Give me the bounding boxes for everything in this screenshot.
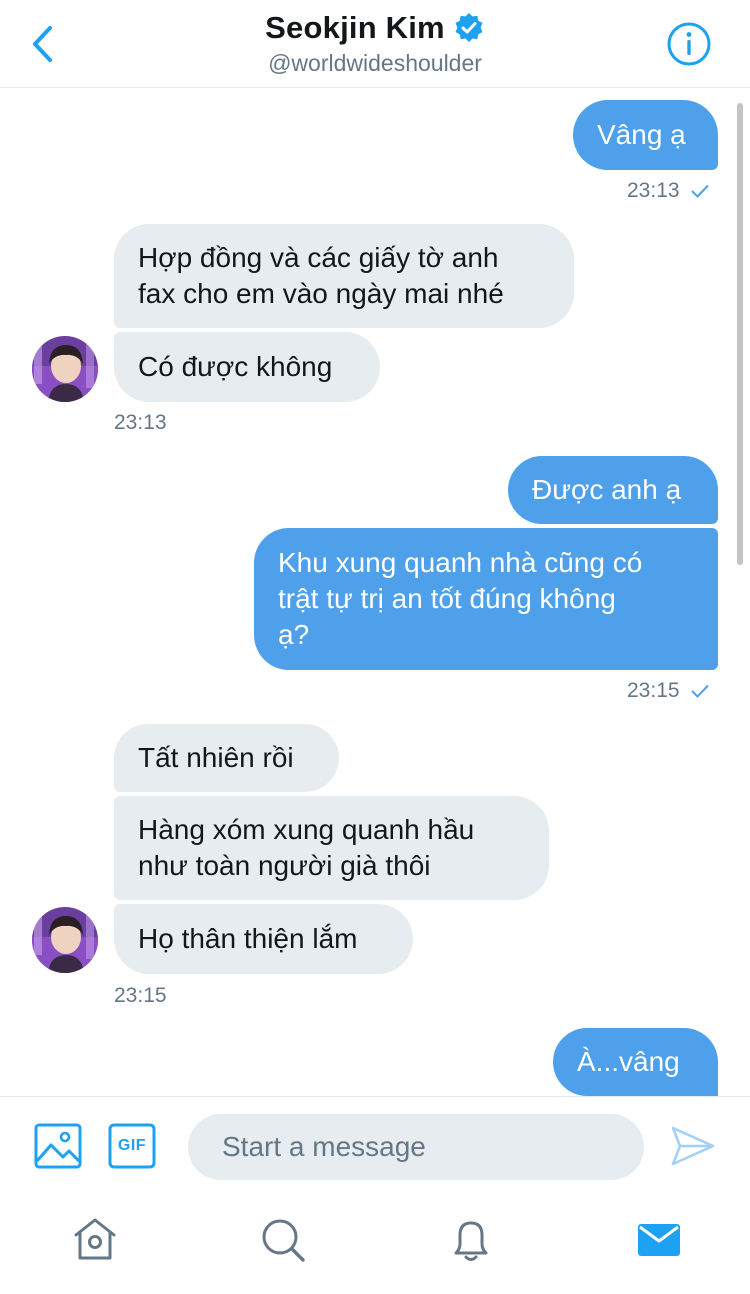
send-button[interactable] (670, 1123, 716, 1169)
message-text: Khu xung quanh nhà cũng có trật tự trị a… (278, 547, 643, 650)
message-text: Có được không (138, 351, 333, 382)
contact-avatar[interactable] (32, 336, 98, 402)
message-text: Họ thân thiện lắm (138, 923, 358, 954)
conversation-info-button[interactable] (666, 21, 712, 67)
notifications-icon (454, 1221, 488, 1261)
contact-name: Seokjin Kim (265, 10, 445, 45)
outgoing-message[interactable]: À...vâng (553, 1028, 718, 1096)
tab-messages[interactable] (635, 1216, 683, 1264)
conversation-title-block[interactable]: Seokjin Kim @worldwideshoulder (0, 10, 750, 77)
incoming-message[interactable]: Họ thân thiện lắm (114, 904, 413, 974)
incoming-message[interactable]: Có được không (114, 332, 380, 402)
message-composer: GIF (0, 1096, 750, 1196)
add-media-button[interactable] (34, 1123, 82, 1169)
message-timestamp-row: 23:13 (627, 179, 710, 203)
message-text: Tất nhiên rồi (138, 742, 294, 773)
message-input[interactable] (188, 1114, 644, 1180)
incoming-message[interactable]: Hàng xóm xung quanh hầu như toàn người g… (114, 796, 549, 900)
bottom-tab-bar (0, 1196, 750, 1294)
message-time: 23:13 (627, 179, 680, 202)
gif-label: GIF (117, 1137, 147, 1154)
home-icon (74, 1218, 116, 1260)
message-text: À...vâng (577, 1046, 680, 1077)
message-time: 23:13 (114, 411, 167, 434)
message-text: Vâng ạ (597, 119, 686, 150)
message-text: Hợp đồng và các giấy tờ anh fax cho em v… (138, 242, 504, 309)
info-icon (667, 22, 711, 66)
incoming-message[interactable]: Hợp đồng và các giấy tờ anh fax cho em v… (114, 224, 574, 328)
contact-handle: @worldwideshoulder (268, 50, 482, 76)
message-list-scrollbar[interactable] (737, 103, 743, 565)
message-text: Hàng xóm xung quanh hầu như toàn người g… (138, 814, 475, 881)
verified-badge-icon (453, 12, 485, 44)
message-text: Được anh ạ (532, 474, 682, 505)
search-icon (262, 1219, 305, 1262)
tab-notifications[interactable] (447, 1216, 495, 1264)
message-timestamp-row: 23:15 (627, 679, 710, 703)
gif-button[interactable]: GIF (108, 1123, 156, 1169)
messages-icon (638, 1224, 680, 1256)
send-icon (671, 1126, 715, 1166)
read-check-icon (690, 184, 709, 198)
tab-search[interactable] (259, 1216, 307, 1264)
conversation-header: Seokjin Kim @worldwideshoulder (0, 0, 750, 88)
incoming-message[interactable]: Tất nhiên rồi (114, 724, 339, 792)
message-timestamp-row: 23:13 (114, 411, 167, 435)
message-timestamp-row: 23:15 (114, 984, 167, 1008)
outgoing-message[interactable]: Vâng ạ (573, 100, 718, 170)
contact-avatar[interactable] (32, 907, 98, 973)
message-time: 23:15 (627, 679, 680, 702)
outgoing-message[interactable]: Khu xung quanh nhà cũng có trật tự trị a… (254, 528, 718, 670)
message-time: 23:15 (114, 984, 167, 1007)
image-icon (34, 1123, 82, 1169)
tab-home[interactable] (71, 1216, 119, 1264)
read-check-icon (690, 684, 709, 698)
outgoing-message[interactable]: Được anh ạ (508, 456, 718, 524)
